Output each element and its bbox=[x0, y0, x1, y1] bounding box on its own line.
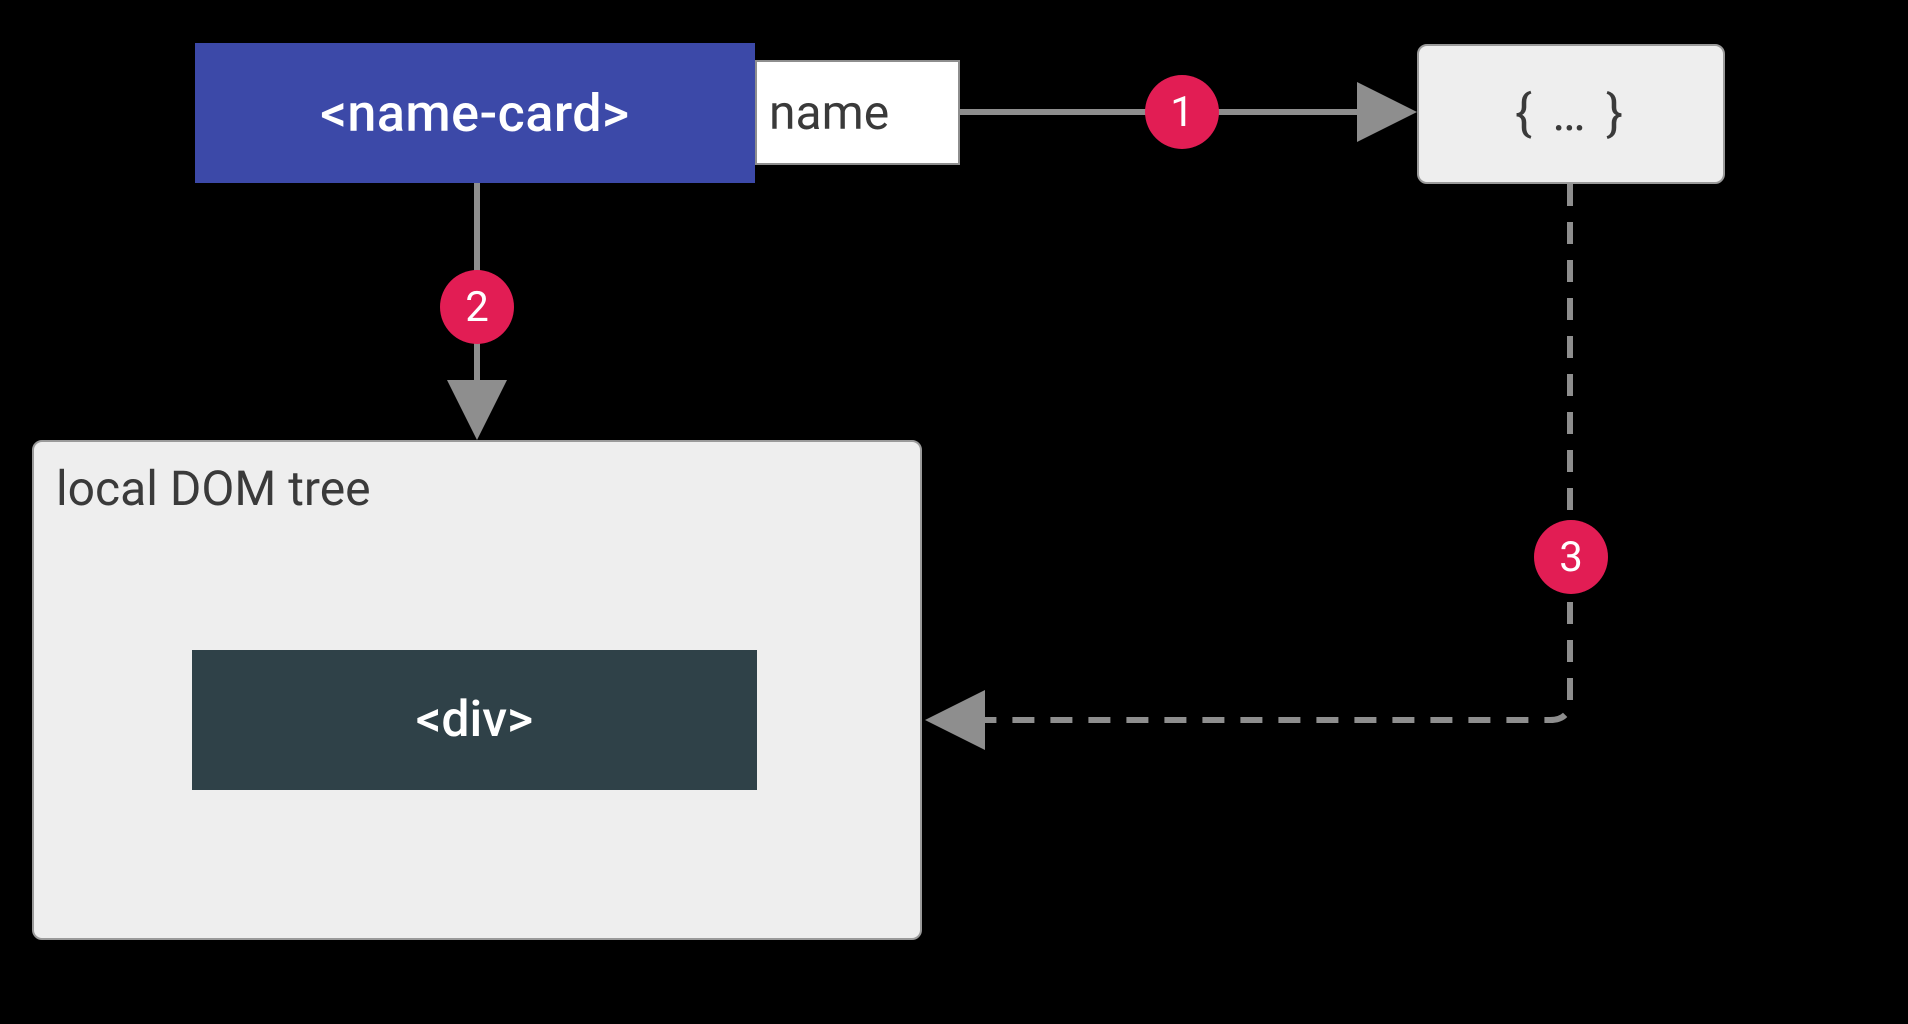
local-dom-tree-label: local DOM tree bbox=[56, 460, 371, 517]
name-tag-label: name bbox=[769, 84, 889, 141]
name-attribute-tag: name bbox=[755, 60, 960, 165]
data-object-label: { … } bbox=[1515, 85, 1627, 143]
data-object-box: { … } bbox=[1417, 44, 1725, 184]
step-marker-2: 2 bbox=[440, 270, 514, 344]
step-marker-3-label: 3 bbox=[1559, 533, 1583, 582]
div-label: <div> bbox=[416, 691, 533, 749]
arrow-3 bbox=[935, 184, 1570, 720]
name-card-label: <name-card> bbox=[320, 83, 629, 144]
diagram-canvas: <name-card> name { … } local DOM tree <d… bbox=[0, 0, 1908, 1024]
step-marker-1: 1 bbox=[1145, 75, 1219, 149]
div-element: <div> bbox=[192, 650, 757, 790]
name-card-element: <name-card> bbox=[195, 43, 755, 183]
step-marker-3: 3 bbox=[1534, 520, 1608, 594]
step-marker-2-label: 2 bbox=[465, 283, 489, 332]
step-marker-1-label: 1 bbox=[1170, 88, 1194, 137]
